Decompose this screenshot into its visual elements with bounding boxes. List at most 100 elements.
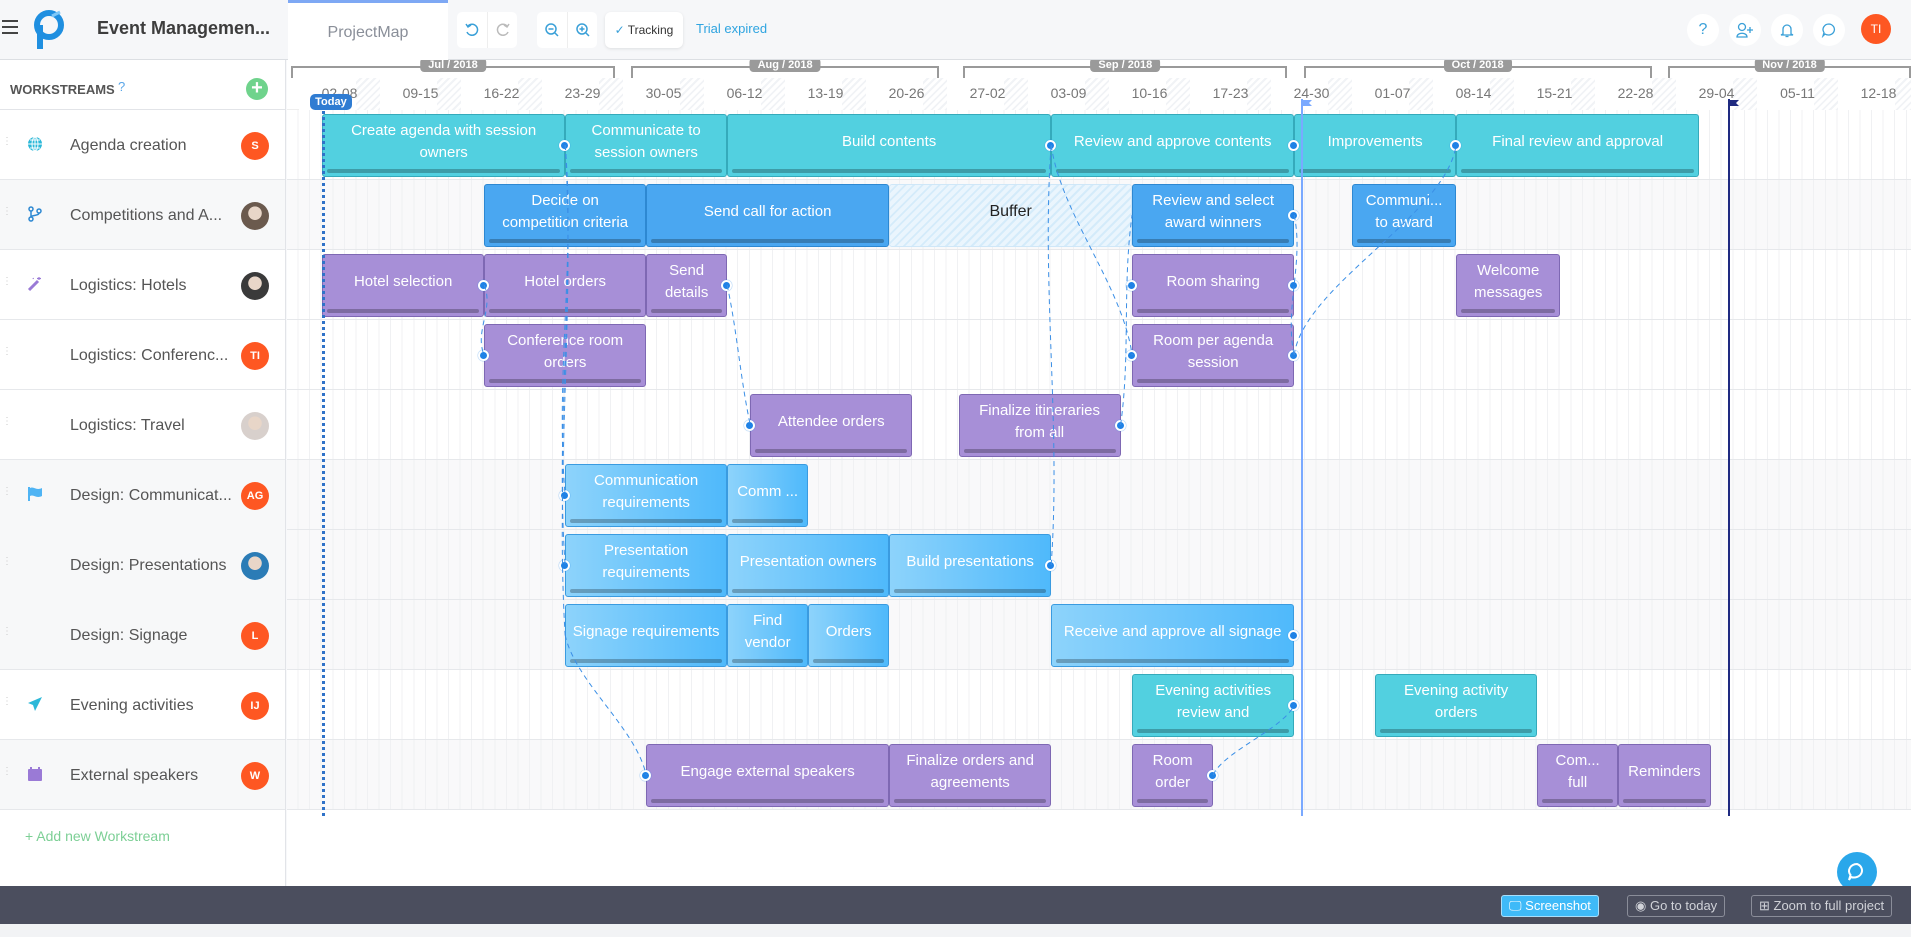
task-bar[interactable]: Improvements [1294,114,1457,177]
workstream-row[interactable]: ⋮ Design: Signage L [0,600,285,670]
add-workstream-button[interactable]: + [246,78,268,100]
add-user-button[interactable] [1729,14,1761,46]
task-label: Comm ... [737,482,799,500]
drag-handle-icon[interactable]: ⋮ [2,487,12,504]
help-icon[interactable]: ? [118,79,125,94]
task-bar[interactable]: Finalize orders and agreements [889,744,1052,807]
add-new-workstream-link[interactable]: + Add new Workstream [25,828,170,844]
tracking-toggle[interactable]: ✓ Tracking [605,12,683,48]
project-title[interactable]: Event Managemen... [97,18,270,39]
task-bar[interactable]: Signage requirements [565,604,728,667]
task-bar[interactable]: Create agenda with session owners [322,114,566,177]
task-progress-bar [1137,799,1209,803]
month-label: Aug / 2018 [749,60,821,72]
workstream-name: Evening activities [70,697,194,714]
workstream-owner-avatar[interactable]: AG [241,482,269,510]
task-bar[interactable]: Presentation owners [727,534,890,597]
workstream-row[interactable]: ⋮ Evening activities IJ [0,670,285,740]
workstream-owner-avatar[interactable]: IJ [241,692,269,720]
help-button[interactable]: ? [1687,14,1719,46]
task-bar[interactable]: Finalize itineraries from all [958,394,1121,457]
zoom-in-icon [575,23,590,37]
task-bar[interactable]: Reminders [1618,744,1711,807]
task-bar[interactable]: Build presentations [889,534,1052,597]
drag-handle-icon[interactable]: ⋮ [2,277,12,294]
zoom-to-full-project-button[interactable]: ⊞ Zoom to full project [1751,895,1893,917]
week-label: 06-12 [726,85,763,101]
task-bar[interactable]: Hotel selection [322,254,485,317]
task-bar[interactable]: Decide on competition criteria [484,184,647,247]
task-bar[interactable]: Evening activity orders [1375,674,1538,737]
drag-handle-icon[interactable]: ⋮ [2,417,12,434]
task-bar[interactable]: Send details [646,254,728,317]
go-to-today-button[interactable]: ◉ Go to today [1627,895,1726,917]
user-avatar[interactable]: TI [1861,14,1891,44]
workstream-owner-avatar[interactable]: TI [241,342,269,370]
workstream-row[interactable]: ⋮ Logistics: Travel [0,390,285,460]
workstream-owner-avatar[interactable] [241,272,269,300]
week-column-header: 27-02 [947,78,1028,110]
workstream-row[interactable]: ⋮ Competitions and A... [0,180,285,250]
drag-handle-icon[interactable]: ⋮ [2,557,12,574]
task-bar[interactable]: Presentation requirements [565,534,728,597]
month-bracket: Sep / 2018 [963,60,1288,78]
notifications-button[interactable] [1771,14,1803,46]
workstream-row[interactable]: ⋮ Logistics: Conferenc... TI [0,320,285,390]
workstream-row[interactable]: ⋮ Logistics: Hotels [0,250,285,320]
task-bar[interactable]: Attendee orders [750,394,913,457]
drag-handle-icon[interactable]: ⋮ [2,697,12,714]
workstream-owner-avatar[interactable]: L [241,622,269,650]
task-bar[interactable]: Engage external speakers [646,744,890,807]
task-bar[interactable]: Evening activities review and [1132,674,1295,737]
zoom-out-button[interactable] [537,12,567,48]
workstream-row[interactable]: ⋮ Agenda creation S [0,110,285,180]
workstream-owner-avatar[interactable]: S [241,132,269,160]
drag-handle-icon[interactable]: ⋮ [2,137,12,154]
task-bar[interactable]: Comm ... [727,464,809,527]
workstream-row[interactable]: ⋮ Design: Presentations [0,530,285,600]
workstream-row[interactable]: ⋮ Design: Communicat... AG [0,460,285,530]
task-bar[interactable]: Find vendor [727,604,809,667]
task-bar[interactable]: Conference room orders [484,324,647,387]
task-bar[interactable]: Final review and approval [1456,114,1700,177]
task-bar[interactable]: Communi... to award [1352,184,1457,247]
dependency-handle[interactable] [1114,420,1126,431]
zoom-in-button[interactable] [567,12,597,48]
hamburger-menu-icon[interactable] [2,20,18,34]
deadline-line[interactable] [1728,105,1731,816]
task-bar[interactable]: Room order [1132,744,1214,807]
task-bar[interactable]: Room per agenda session [1132,324,1295,387]
trial-expired-link[interactable]: Trial expired [696,21,767,36]
workstream-owner-avatar[interactable]: W [241,762,269,790]
drag-handle-icon[interactable]: ⋮ [2,767,12,784]
task-bar[interactable]: Review and approve contents [1051,114,1295,177]
tab-projectmap[interactable]: ProjectMap [288,0,448,60]
task-bar[interactable]: Send call for action [646,184,890,247]
undo-button[interactable] [457,12,487,48]
task-bar[interactable]: Com... full [1537,744,1619,807]
task-bar[interactable]: Receive and approve all signage [1051,604,1295,667]
task-bar[interactable]: Orders [808,604,890,667]
workstream-owner-avatar[interactable] [241,552,269,580]
buffer-block[interactable]: Buffer [889,184,1133,247]
top-bar: Event Managemen... ProjectMap ✓ Tracking … [0,0,1911,60]
drag-handle-icon[interactable]: ⋮ [2,347,12,364]
task-bar[interactable]: Review and select award winners [1132,184,1295,247]
task-bar[interactable]: Communication requirements [565,464,728,527]
drag-handle-icon[interactable]: ⋮ [2,207,12,224]
workstream-row[interactable]: ⋮ External speakers W [0,740,285,810]
task-progress-bar [813,659,885,663]
workstream-owner-avatar[interactable] [241,412,269,440]
milestone-line[interactable] [1301,105,1304,816]
task-bar[interactable]: Welcome messages [1456,254,1561,317]
messages-button[interactable] [1813,14,1845,46]
task-bar[interactable]: Communicate to session owners [565,114,728,177]
task-bar[interactable]: Build contents [727,114,1052,177]
task-label: Find vendor [744,611,791,651]
task-bar[interactable]: Hotel orders [484,254,647,317]
task-bar[interactable]: Room sharing [1132,254,1295,317]
screenshot-button[interactable]: 🖵 Screenshot [1501,895,1599,917]
redo-button[interactable] [487,12,517,48]
workstream-owner-avatar[interactable] [241,202,269,230]
drag-handle-icon[interactable]: ⋮ [2,627,12,644]
